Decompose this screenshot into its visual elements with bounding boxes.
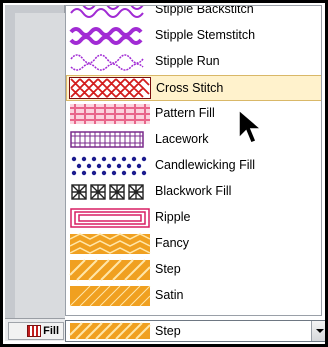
- list-item-pattern-fill[interactable]: Pattern Fill: [66, 101, 321, 127]
- list-item-fancy[interactable]: Fancy: [66, 231, 321, 257]
- stipple-stemstitch-icon: [69, 27, 143, 45]
- chevron-down-icon: [315, 329, 324, 333]
- list-item-cross-stitch[interactable]: Cross Stitch: [66, 75, 321, 101]
- lacework-icon: [70, 131, 144, 148]
- list-item-label: Candlewicking Fill: [155, 158, 256, 172]
- list-item-label: Cross Stitch: [156, 81, 224, 95]
- dropdown-button[interactable]: [311, 321, 327, 341]
- list-item-stipple-stemstitch[interactable]: Stipple Stemstitch: [66, 23, 321, 49]
- list-item-label: Stipple Run: [155, 54, 220, 68]
- background-panel-inner: [15, 13, 65, 325]
- list-item-label: Ripple: [155, 210, 191, 224]
- list-item-lacework[interactable]: Lacework: [66, 127, 321, 153]
- list-item-satin[interactable]: Satin: [66, 283, 321, 309]
- fill-icon: [27, 325, 42, 337]
- arrow-cursor-icon: [238, 108, 264, 144]
- list-item-stipple-run[interactable]: Stipple Run: [66, 49, 321, 75]
- step-icon: [69, 322, 151, 340]
- list-item-candlewicking-fill[interactable]: Candlewicking Fill: [66, 153, 321, 179]
- step-icon: [69, 259, 151, 281]
- list-item-label: Blackwork Fill: [155, 184, 232, 198]
- list-item-label: Fancy: [155, 236, 190, 250]
- pattern-fill-icon: [70, 104, 150, 124]
- list-item-step[interactable]: Step: [66, 257, 321, 283]
- stipple-backstitch-icon: [70, 6, 144, 18]
- stitch-dropdown-list[interactable]: Stipple Backstitch Stipple Stemstitch St…: [65, 5, 322, 316]
- list-item-label: Lacework: [155, 132, 209, 146]
- background-panel: [5, 5, 65, 341]
- list-item-label: Stipple Backstitch: [155, 5, 254, 16]
- stitch-type-combobox[interactable]: Step: [65, 320, 328, 342]
- list-item-label: Pattern Fill: [155, 106, 215, 120]
- satin-icon: [69, 285, 151, 307]
- list-item-ripple[interactable]: Ripple: [66, 205, 321, 231]
- ripple-icon: [70, 208, 150, 228]
- list-item-stipple-backstitch[interactable]: Stipple Backstitch: [66, 5, 321, 23]
- blackwork-icon: [71, 184, 144, 200]
- candlewicking-icon: [71, 156, 147, 176]
- cross-stitch-icon: [69, 77, 151, 99]
- fill-button[interactable]: Fill: [8, 322, 64, 340]
- stipple-run-icon: [70, 54, 144, 71]
- fancy-icon: [69, 233, 151, 254]
- list-item-label: Step: [155, 262, 181, 276]
- fill-button-label: Fill: [43, 325, 59, 337]
- list-item-blackwork-fill[interactable]: Blackwork Fill: [66, 179, 321, 205]
- list-item-label: Satin: [155, 288, 184, 302]
- list-item-label: Stipple Stemstitch: [155, 28, 256, 42]
- combo-value: Step: [155, 324, 181, 338]
